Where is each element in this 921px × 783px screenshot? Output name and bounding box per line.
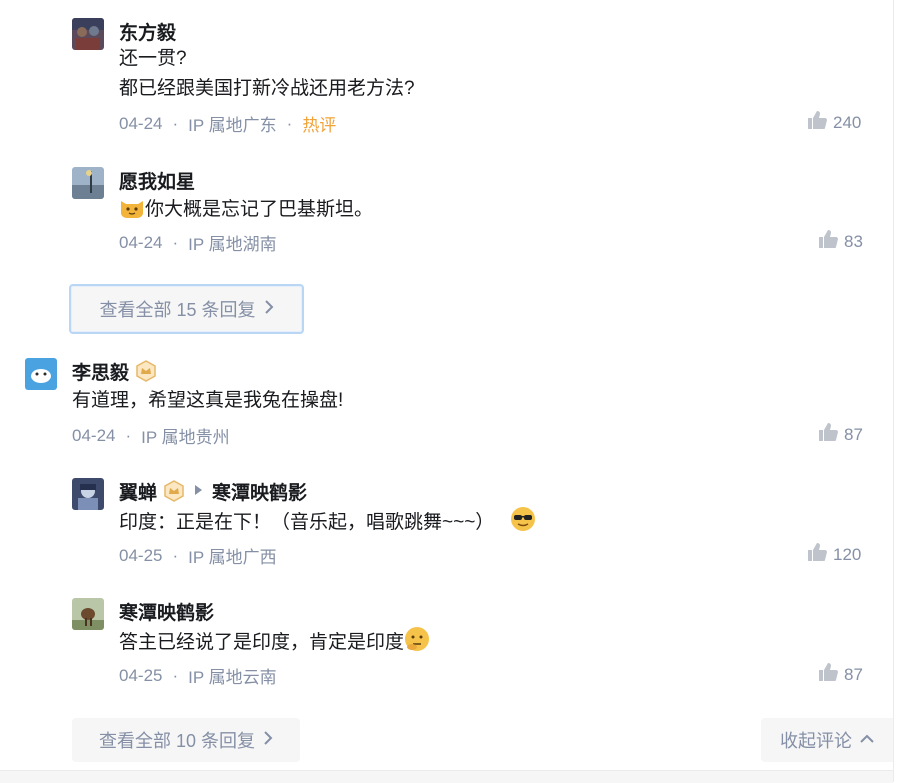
thumbs-up-icon — [807, 543, 833, 566]
ip-location: IP 属地贵州 — [141, 428, 230, 447]
like-count: 87 — [844, 424, 863, 444]
avatar-image — [72, 167, 104, 199]
comment-item: 愿我如星 你大概是忘记了巴基斯坦。 04-24 · IP 属地湖南 83 — [72, 167, 872, 257]
comment-item: 翼蝉 寒潭映鹤影 印度：正是在下！（音乐起，唱歌跳舞~~~） 04-25 · I… — [72, 478, 872, 568]
thumbs-up-icon — [818, 663, 844, 686]
like-button[interactable]: 87 — [818, 423, 863, 446]
comment-header: 翼蝉 寒潭映鹤影 — [119, 478, 307, 504]
separator: · — [172, 113, 179, 133]
comment-text-line: 印度：正是在下！（音乐起，唱歌跳舞~~~） — [119, 506, 536, 542]
comment-meta: 04-24 · IP 属地广东 · 热评 — [119, 111, 336, 136]
panel-right-border — [893, 0, 894, 782]
collapse-comments-label: 收起评论 — [780, 731, 852, 751]
triangle-right-icon — [195, 484, 203, 498]
comment-item: 东方毅 还一贯? 都已经跟美国打新冷战还用老方法? 04-24 · IP 属地广… — [72, 18, 872, 138]
like-count: 240 — [833, 112, 862, 132]
view-all-replies-label: 查看全部 15 条回复 — [99, 300, 256, 320]
author-name[interactable]: 寒潭映鹤影 — [119, 598, 214, 625]
like-count: 120 — [833, 544, 862, 564]
like-count: 83 — [844, 231, 863, 251]
ip-location: IP 属地云南 — [188, 668, 277, 687]
comment-item: 李思毅 有道理，希望这真是我兔在操盘! 04-24 · IP 属地贵州 87 — [25, 358, 872, 448]
comment-meta: 04-24 · IP 属地贵州 — [72, 423, 230, 448]
author-name[interactable]: 东方毅 — [119, 18, 176, 45]
avatar[interactable] — [72, 478, 104, 510]
comment-date: 04-25 — [119, 545, 163, 565]
cat-emoji-icon — [119, 195, 145, 229]
chevron-up-icon — [860, 731, 874, 749]
thumbs-up-icon — [818, 230, 844, 253]
like-button[interactable]: 120 — [807, 543, 861, 566]
comment-date: 04-24 — [119, 232, 163, 252]
author-name[interactable]: 愿我如星 — [119, 167, 195, 194]
like-button[interactable]: 87 — [818, 663, 863, 686]
view-all-replies-button[interactable]: 查看全部 10 条回复 — [72, 718, 300, 762]
comment-text: 你大概是忘记了巴基斯坦。 — [145, 199, 374, 220]
comment-text-line: 还一贯? — [119, 48, 187, 69]
comment-text: 印度：正是在下！（音乐起，唱歌跳舞~~~） — [119, 512, 495, 533]
avatar-image — [72, 18, 104, 50]
author-name[interactable]: 翼蝉 — [119, 478, 157, 505]
crown-badge-icon[interactable] — [135, 360, 157, 382]
separator: · — [125, 425, 132, 445]
crown-badge-icon[interactable] — [163, 480, 185, 502]
avatar-image — [25, 358, 57, 390]
chevron-right-icon — [263, 730, 273, 750]
comment-text-line: 你大概是忘记了巴基斯坦。 — [119, 195, 373, 229]
comment-text-line: 都已经跟美国打新冷战还用老方法? — [119, 78, 415, 99]
ip-location: IP 属地湖南 — [188, 235, 277, 254]
like-button[interactable]: 240 — [807, 111, 861, 134]
comment-text: 有道理，希望这真是我兔在操盘! — [72, 390, 344, 411]
thumbs-up-icon — [807, 111, 833, 134]
comment-item: 寒潭映鹤影 答主已经说了是印度，肯定是印度 04-25 · IP 属地云南 87 — [72, 598, 872, 688]
comment-header: 李思毅 — [72, 358, 157, 384]
comment-date: 04-24 — [119, 113, 163, 133]
hot-tag: 热评 — [302, 116, 337, 135]
avatar[interactable] — [25, 358, 57, 390]
comment-header: 愿我如星 — [119, 167, 195, 193]
comment-header: 寒潭映鹤影 — [119, 598, 214, 624]
avatar[interactable] — [72, 167, 104, 199]
chevron-right-icon — [264, 299, 274, 319]
avatar[interactable] — [72, 598, 104, 630]
ip-location: IP 属地广东 — [188, 116, 277, 135]
separator: · — [286, 113, 293, 133]
comment-meta: 04-24 · IP 属地湖南 — [119, 230, 277, 255]
comment-meta: 04-25 · IP 属地广西 — [119, 543, 277, 568]
bottom-divider — [0, 770, 893, 783]
comment-text-line: 答主已经说了是印度，肯定是印度 — [119, 626, 430, 662]
view-all-replies-label: 查看全部 10 条回复 — [98, 731, 256, 751]
author-name[interactable]: 李思毅 — [72, 358, 129, 385]
avatar[interactable] — [72, 18, 104, 50]
comment-text: 答主已经说了是印度，肯定是印度 — [119, 632, 405, 653]
comment-header: 东方毅 — [119, 18, 176, 44]
separator: · — [172, 545, 179, 565]
thumbs-up-icon — [818, 423, 844, 446]
collapse-comments-button[interactable]: 收起评论 — [761, 718, 893, 762]
ip-location: IP 属地广西 — [188, 548, 277, 567]
comment-meta: 04-25 · IP 属地云南 — [119, 663, 277, 688]
like-button[interactable]: 83 — [818, 230, 863, 253]
reply-to-name[interactable]: 寒潭映鹤影 — [212, 478, 307, 505]
comment-date: 04-25 — [119, 665, 163, 685]
like-count: 87 — [844, 664, 863, 684]
separator: · — [172, 232, 179, 252]
thinking-emoji-icon — [404, 626, 430, 662]
sunglasses-emoji-icon — [510, 506, 536, 542]
avatar-image — [72, 478, 104, 510]
separator: · — [172, 665, 179, 685]
view-all-replies-button[interactable]: 查看全部 15 条回复 — [69, 284, 304, 334]
avatar-image — [72, 598, 104, 630]
comment-date: 04-24 — [72, 425, 116, 445]
